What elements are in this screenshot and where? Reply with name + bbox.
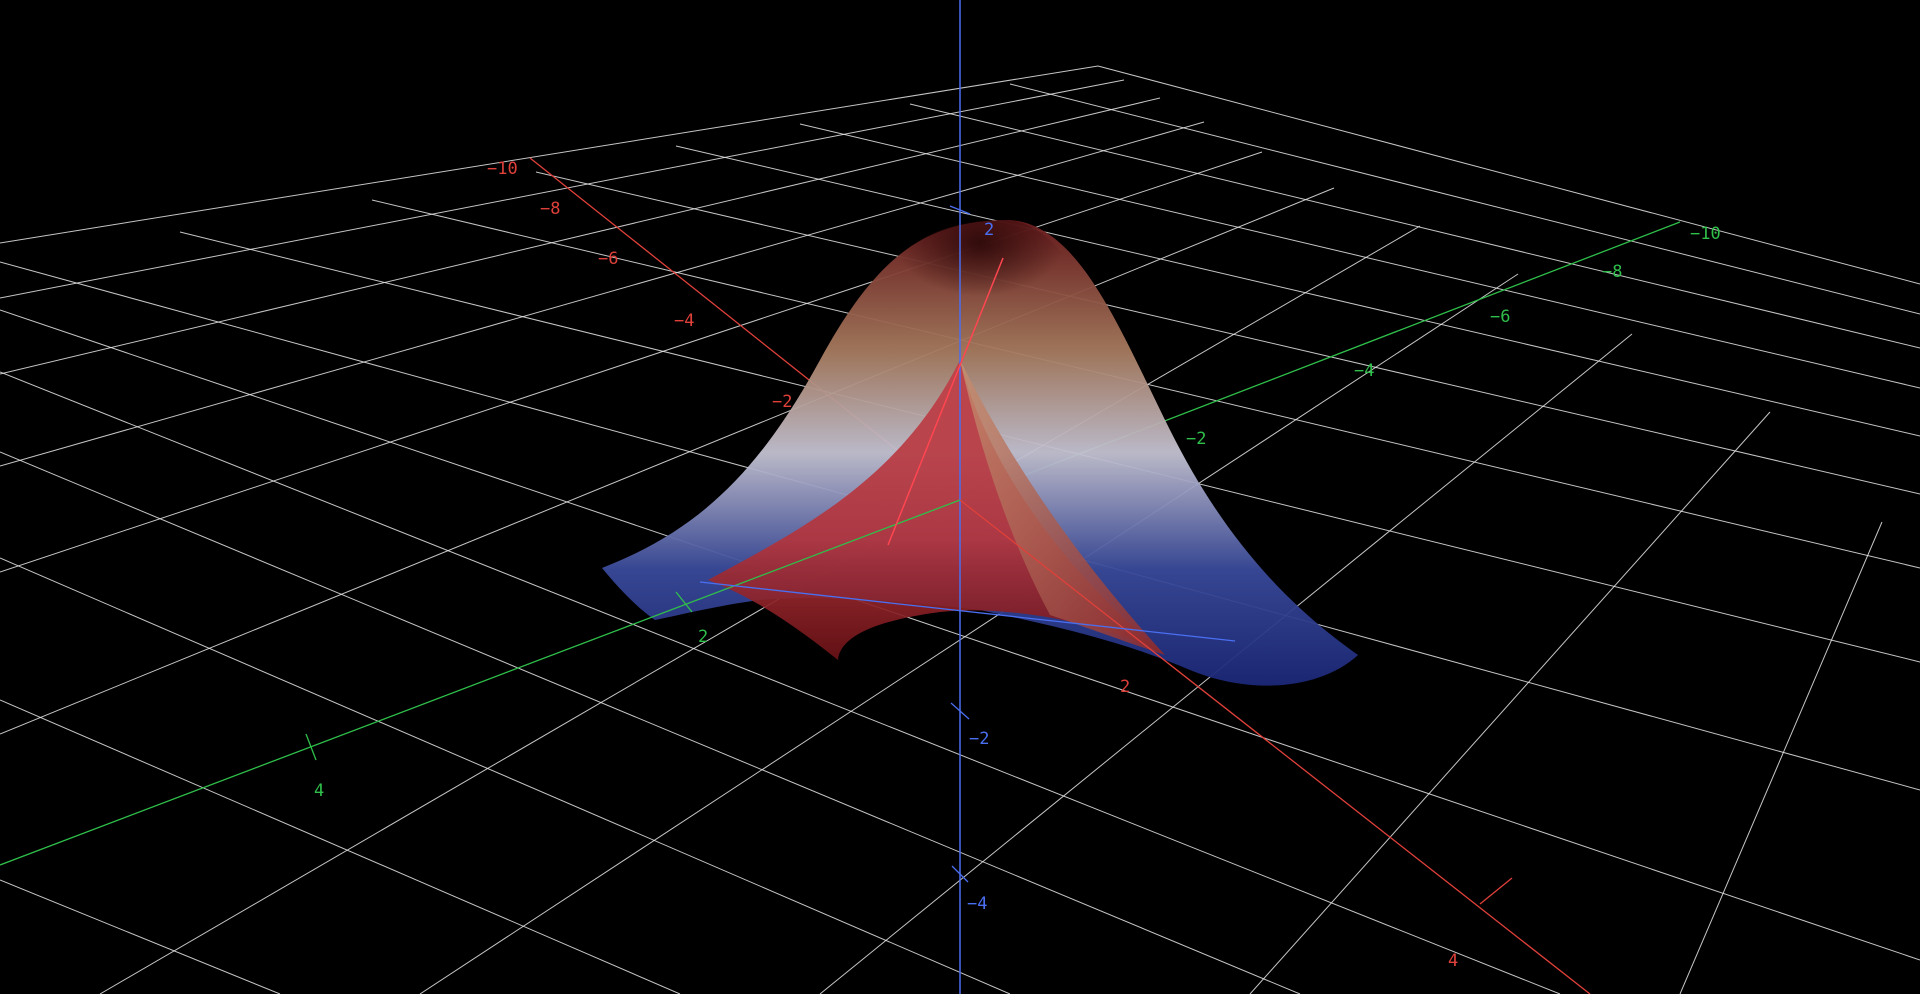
- x-tick-label-neg6: −6: [598, 249, 618, 269]
- z-tick-label-neg2: −2: [969, 729, 989, 749]
- y-tick-label-neg6: −6: [1490, 307, 1510, 327]
- x-tick-label-neg4: −4: [674, 311, 694, 331]
- x-tick-label-neg8: −8: [540, 199, 560, 219]
- y-tick-label-neg10: −10: [1690, 224, 1721, 244]
- x-axis-line-front: [959, 499, 1591, 994]
- y-tick-label-neg2: −2: [1186, 429, 1206, 449]
- x-tick-label-neg2: −2: [772, 392, 792, 412]
- x-tick-label-neg10: −10: [487, 159, 518, 179]
- y-tick-label-4: 4: [314, 781, 324, 801]
- y-tick-label-2: 2: [698, 627, 708, 647]
- y-tick-label-neg4: −4: [1354, 361, 1374, 381]
- 3d-plot-view[interactable]: −10 −8 −6 −4 −2 2 4 −10 −8 −6 −4 −2 2 4 …: [0, 0, 1920, 994]
- z-tick-label-neg4: −4: [967, 894, 987, 914]
- y-axis-line-front: [0, 499, 961, 866]
- z-tick-label-2: 2: [984, 220, 994, 240]
- x-tick-label-2: 2: [1120, 677, 1130, 697]
- y-tick-label-neg8: −8: [1602, 262, 1622, 282]
- x-tick-label-4: 4: [1448, 951, 1458, 971]
